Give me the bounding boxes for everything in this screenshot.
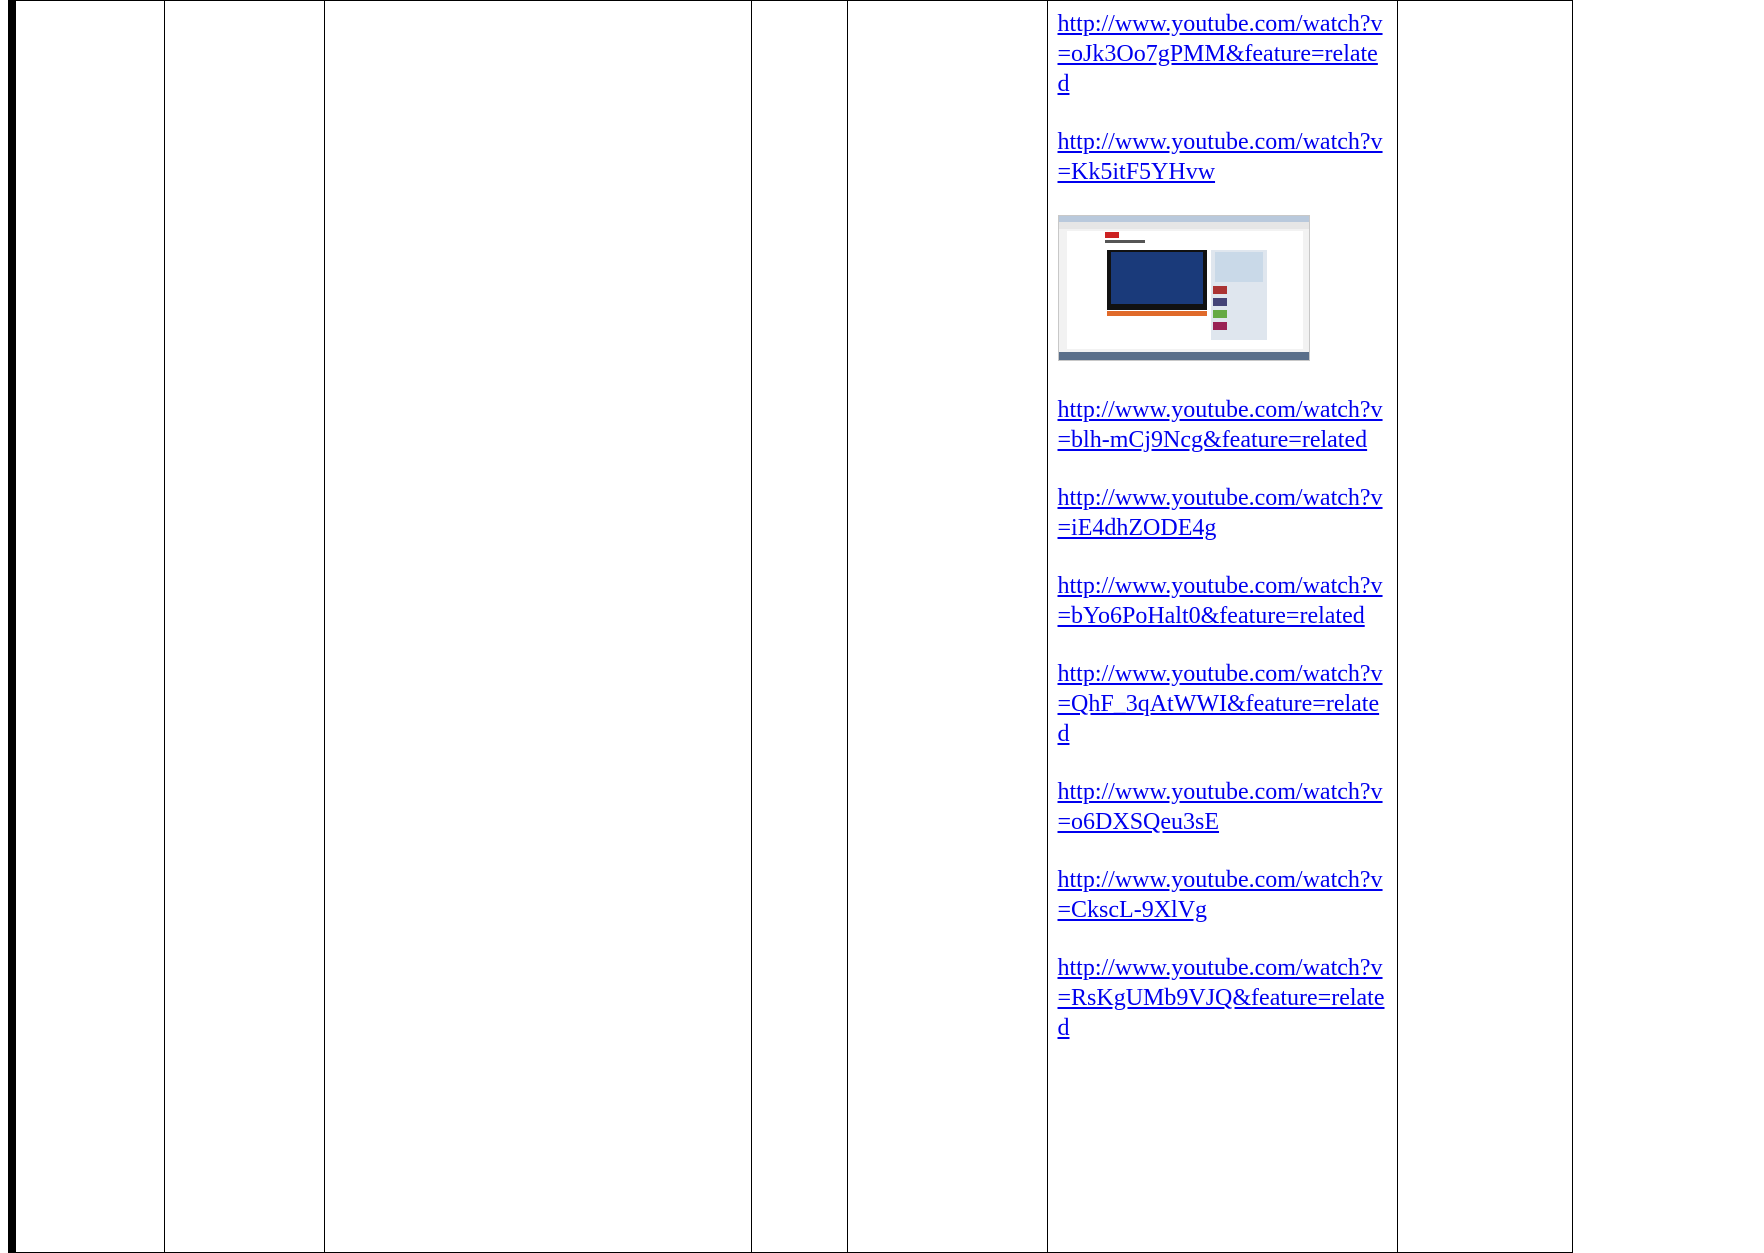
table-cell-5	[846, 0, 1048, 1253]
link-item: http://www.youtube.com/watch?v=blh-mCj9N…	[1058, 395, 1389, 455]
youtube-page-screenshot-icon	[1057, 215, 1310, 361]
table-cell-7	[1396, 0, 1573, 1253]
link-item: http://www.youtube.com/watch?v=Kk5itF5YH…	[1058, 127, 1389, 187]
youtube-link[interactable]: http://www.youtube.com/watch?v=o6DXSQeu3…	[1058, 777, 1389, 837]
youtube-link[interactable]: http://www.youtube.com/watch?v=bYo6PoHal…	[1058, 571, 1389, 631]
link-item: http://www.youtube.com/watch?v=QhF_3qAtW…	[1058, 659, 1389, 749]
links-cell: http://www.youtube.com/watch?v=oJk3Oo7gP…	[1046, 0, 1398, 1253]
table-cell-3	[323, 0, 752, 1253]
link-item: http://www.youtube.com/watch?v=o6DXSQeu3…	[1058, 777, 1389, 837]
youtube-link[interactable]: http://www.youtube.com/watch?v=QhF_3qAtW…	[1058, 659, 1389, 749]
table-cell-1	[8, 0, 165, 1253]
table-row: http://www.youtube.com/watch?v=oJk3Oo7gP…	[8, 0, 1573, 1253]
link-item: http://www.youtube.com/watch?v=RsKgUMb9V…	[1058, 953, 1389, 1043]
youtube-link[interactable]: http://www.youtube.com/watch?v=Kk5itF5YH…	[1058, 127, 1389, 187]
document-table: http://www.youtube.com/watch?v=oJk3Oo7gP…	[8, 0, 1573, 1253]
youtube-link[interactable]: http://www.youtube.com/watch?v=iE4dhZODE…	[1058, 483, 1389, 543]
link-item: http://www.youtube.com/watch?v=iE4dhZODE…	[1058, 483, 1389, 543]
table-cell-4	[750, 0, 848, 1253]
youtube-link[interactable]: http://www.youtube.com/watch?v=blh-mCj9N…	[1058, 395, 1389, 455]
screenshot-image-block	[1057, 215, 1389, 361]
link-item: http://www.youtube.com/watch?v=CkscL-9Xl…	[1058, 865, 1389, 925]
youtube-link[interactable]: http://www.youtube.com/watch?v=RsKgUMb9V…	[1058, 953, 1389, 1043]
link-item: http://www.youtube.com/watch?v=oJk3Oo7gP…	[1058, 9, 1389, 99]
youtube-link[interactable]: http://www.youtube.com/watch?v=CkscL-9Xl…	[1058, 865, 1389, 925]
youtube-link[interactable]: http://www.youtube.com/watch?v=oJk3Oo7gP…	[1058, 9, 1389, 99]
table-cell-2	[163, 0, 325, 1253]
link-item: http://www.youtube.com/watch?v=bYo6PoHal…	[1058, 571, 1389, 631]
